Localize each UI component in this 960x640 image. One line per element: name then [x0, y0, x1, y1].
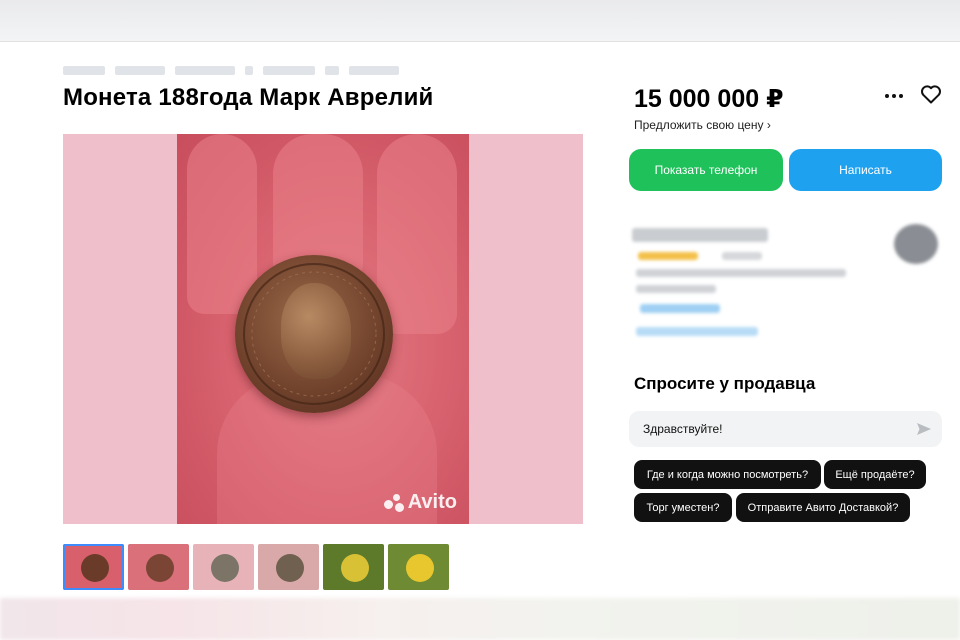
photo-hand: Avito — [177, 134, 469, 524]
message-input[interactable]: Здравствуйте! — [629, 411, 942, 447]
thumbnail[interactable] — [63, 544, 124, 590]
reviews-blur — [722, 252, 762, 260]
show-phone-button[interactable]: Показать телефон — [629, 149, 783, 191]
watermark-text: Avito — [407, 491, 457, 513]
message-input-value: Здравствуйте! — [643, 422, 723, 436]
seller-link-blur[interactable] — [640, 304, 720, 313]
thumbnail-coin — [406, 554, 434, 582]
avito-logo-icon — [383, 493, 404, 512]
thumbnail-strip — [63, 544, 449, 590]
thumbnail-coin — [81, 554, 109, 582]
quick-question-chip[interactable]: Отправите Авито Доставкой? — [736, 493, 910, 522]
breadcrumb-item[interactable] — [325, 66, 339, 75]
breadcrumb-item[interactable] — [263, 66, 315, 75]
thumbnail[interactable] — [128, 544, 189, 590]
thumbnail-coin — [341, 554, 369, 582]
breadcrumb-item[interactable] — [175, 66, 235, 75]
coin-inscription — [243, 263, 385, 405]
breadcrumb-item[interactable] — [115, 66, 165, 75]
seller-link-blur[interactable] — [636, 327, 758, 336]
avatar[interactable] — [894, 224, 938, 264]
photo-blur-right — [469, 134, 583, 524]
ask-seller-title: Спросите у продавца — [634, 374, 816, 393]
thumbnail-coin — [276, 554, 304, 582]
price: 15 000 000 ₽ — [634, 85, 784, 113]
breadcrumb-item[interactable] — [245, 66, 253, 75]
send-icon[interactable] — [916, 421, 932, 437]
more-icon[interactable] — [884, 88, 904, 104]
seller-meta-blur — [636, 285, 716, 293]
quick-question-chip[interactable]: Ещё продаёте? — [824, 460, 926, 489]
main-photo[interactable]: Avito — [63, 134, 583, 524]
offer-price-link[interactable]: Предложить свою цену › — [634, 118, 771, 132]
page-bottom-blur — [0, 598, 960, 640]
thumbnail[interactable] — [323, 544, 384, 590]
breadcrumb-item[interactable] — [349, 66, 399, 75]
avito-watermark: Avito — [383, 491, 457, 514]
breadcrumb[interactable] — [63, 66, 399, 75]
seller-name-blur — [632, 228, 768, 242]
listing-title: Монета 188года Марк Аврелий — [63, 84, 434, 111]
rating-blur — [638, 252, 698, 260]
seller-meta-blur — [636, 269, 846, 277]
write-message-button[interactable]: Написать — [789, 149, 942, 191]
thumbnail-coin — [211, 554, 239, 582]
thumbnail[interactable] — [193, 544, 254, 590]
browser-top-bar — [0, 0, 960, 42]
breadcrumb-item[interactable] — [63, 66, 105, 75]
coin-image — [235, 255, 393, 413]
thumbnail[interactable] — [258, 544, 319, 590]
quick-question-chip[interactable]: Где и когда можно посмотреть? — [634, 460, 821, 489]
seller-info-blurred — [632, 222, 942, 352]
thumbnail[interactable] — [388, 544, 449, 590]
photo-blur-left — [63, 134, 177, 524]
thumbnail-coin — [146, 554, 174, 582]
quick-question-chip[interactable]: Торг уместен? — [634, 493, 732, 522]
heart-icon[interactable] — [919, 82, 943, 106]
